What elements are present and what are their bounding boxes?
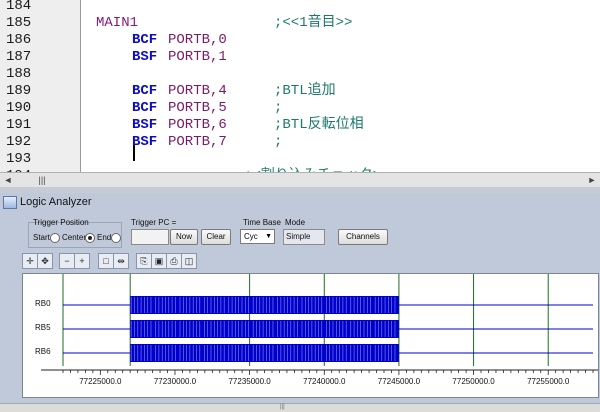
- channels-button[interactable]: Channels: [338, 229, 388, 245]
- signal-activity: [130, 296, 399, 314]
- code-label: MAIN1: [96, 15, 139, 31]
- zoom-out-icon[interactable]: −: [59, 253, 75, 269]
- line-number: 184: [6, 0, 32, 14]
- line-number: 185: [6, 15, 32, 31]
- time-tick-label: 77245000.0: [378, 377, 421, 386]
- code-comment: ;: [274, 100, 283, 116]
- text-caret: [133, 145, 135, 161]
- line-number: 187: [6, 49, 32, 65]
- line-number: 190: [6, 100, 32, 116]
- code-comment: ;: [274, 134, 283, 150]
- cursor-cross-icon[interactable]: ✛: [22, 253, 38, 269]
- window-titlebar[interactable]: Logic Analyzer: [0, 193, 600, 211]
- code-instruction: BSF: [132, 134, 158, 150]
- chevron-down-icon: ▼: [265, 233, 272, 240]
- start-label: Start: [33, 233, 50, 242]
- print-icon[interactable]: ⎙: [166, 253, 182, 269]
- now-button[interactable]: Now: [170, 229, 198, 245]
- save-icon[interactable]: ▣: [151, 253, 167, 269]
- print-preview-icon[interactable]: ◫: [181, 253, 197, 269]
- scroll-grip-icon[interactable]: |||: [280, 404, 285, 410]
- end-radio[interactable]: [111, 233, 121, 243]
- time-tick-label: 77235000.0: [228, 377, 271, 386]
- line-number: 191: [6, 117, 32, 133]
- code-operands: PORTB,4: [168, 83, 227, 99]
- signal-activity: [130, 320, 399, 338]
- clear-button[interactable]: Clear: [201, 229, 231, 245]
- code-comment: ;BTL追加: [274, 83, 336, 99]
- waveform-plot[interactable]: 77225000.0 77230000.0 77235000.0 77240000.0…: [23, 274, 598, 397]
- code-instruction: BCF: [132, 32, 158, 48]
- analyzer-toolbar: ✛ ✥ − + □ ⇹ ⎘ ▣ ⎙ ◫: [22, 253, 202, 269]
- time-base-select[interactable]: Cyc ▼: [240, 229, 275, 244]
- window-title: Logic Analyzer: [20, 196, 92, 208]
- code-instruction: BSF: [132, 49, 158, 65]
- time-tick-label: 77240000.0: [303, 377, 346, 386]
- signal-activity: [130, 344, 399, 362]
- trigger-pc-field[interactable]: [131, 229, 169, 245]
- time-tick-label: 77230000.0: [154, 377, 197, 386]
- time-base-label: Time Base: [243, 218, 281, 227]
- line-number: 193: [6, 151, 32, 167]
- marker-box-icon[interactable]: □: [98, 253, 114, 269]
- time-tick-label: 77225000.0: [79, 377, 122, 386]
- line-number: 192: [6, 134, 32, 150]
- code-operands: PORTB,1: [168, 49, 227, 65]
- code-editor[interactable]: 184185186187188189190191192193194 MAIN1;…: [0, 0, 600, 172]
- line-number: 189: [6, 83, 32, 99]
- time-tick-label: 77255000.0: [527, 377, 570, 386]
- end-label: End: [97, 233, 112, 242]
- mode-value: Simple: [286, 232, 311, 241]
- trigger-pc-label: Trigger PC =: [131, 218, 177, 227]
- zoom-in-icon[interactable]: +: [74, 253, 90, 269]
- center-radio[interactable]: [85, 233, 95, 243]
- scroll-left-icon[interactable]: ◄: [2, 174, 14, 186]
- scroll-right-icon[interactable]: ►: [586, 174, 598, 186]
- line-number: 186: [6, 32, 32, 48]
- time-tick-label: 77250000.0: [452, 377, 495, 386]
- code-operands: PORTB,5: [168, 100, 227, 116]
- line-number-gutter: 184185186187188189190191192193194: [0, 0, 81, 172]
- mode-field: Simple: [283, 229, 325, 245]
- code-comment: ;<<1音目>>: [274, 15, 353, 31]
- scroll-grip-icon[interactable]: |||: [36, 174, 48, 186]
- waveform-panel[interactable]: RB0 RB5 RB6 77225000.0 77230000.0 77235000…: [22, 273, 599, 398]
- code-comment: ;BTL反転位相: [274, 117, 364, 133]
- editor-horizontal-scrollbar[interactable]: ◄ ||| ►: [0, 172, 600, 187]
- center-label: Center: [62, 233, 87, 242]
- line-number: 188: [6, 66, 32, 82]
- code-instruction: BSF: [132, 117, 158, 133]
- code-instruction: BCF: [132, 100, 158, 116]
- fit-icon[interactable]: ⇹: [113, 253, 129, 269]
- analyzer-controls: Trigger Position Start Center End Trigge…: [0, 213, 600, 249]
- mode-label: Mode: [285, 218, 306, 227]
- time-base-value: Cyc: [244, 232, 258, 241]
- code-operands: PORTB,7: [168, 134, 227, 150]
- start-radio[interactable]: [50, 233, 60, 243]
- window-icon: [3, 196, 17, 209]
- code-operands: PORTB,6: [168, 117, 227, 133]
- code-instruction: BCF: [132, 83, 158, 99]
- cursor-move-icon[interactable]: ✥: [37, 253, 53, 269]
- code-operands: PORTB,0: [168, 32, 227, 48]
- logic-analyzer-window: Logic Analyzer Trigger Position Start Ce…: [0, 193, 600, 403]
- copy-icon[interactable]: ⎘: [136, 253, 152, 269]
- trigger-position-label: Trigger Position: [33, 218, 89, 227]
